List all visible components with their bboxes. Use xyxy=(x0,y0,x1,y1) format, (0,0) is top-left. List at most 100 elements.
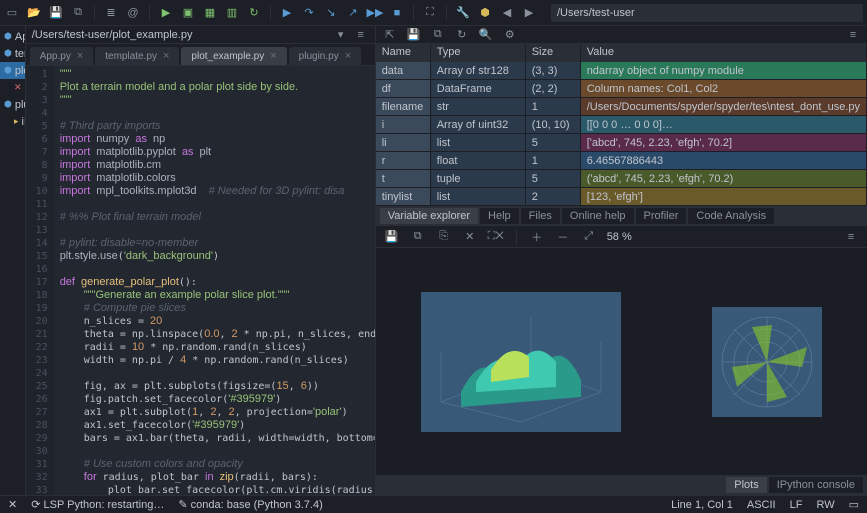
zoom-in-icon[interactable]: ＋ xyxy=(529,229,545,245)
tree-item[interactable]: ƒregister_plugin xyxy=(0,334,26,351)
continue-icon[interactable]: ▶▶ xyxy=(367,5,383,21)
wrench-icon[interactable]: 🔧 xyxy=(455,5,471,21)
tree-item[interactable]: ⬢plugin.py xyxy=(0,96,25,113)
variable-row[interactable]: i Array of uint32 (10, 10) [[0 0 0 … 0 0… xyxy=(376,116,867,134)
working-dir-input[interactable]: /Users/test-user xyxy=(551,4,863,22)
rerun-icon[interactable]: ↻ xyxy=(246,5,262,21)
editor-tab[interactable]: template.py× xyxy=(95,47,179,65)
tree-item[interactable]: #----- SpyderPlugi… xyxy=(0,215,26,232)
tree-item[interactable]: ƒrefresh_plugin xyxy=(0,300,26,317)
tree-item[interactable]: ✕__init__ xyxy=(0,130,26,147)
at-icon[interactable]: @ xyxy=(125,5,141,21)
tree-item[interactable]: ƒtoggle_view xyxy=(0,198,26,215)
variable-row[interactable]: data Array of str128 (3, 3) ndarray obje… xyxy=(376,62,867,80)
back-icon[interactable]: ◀ xyxy=(499,5,515,21)
editor-menu-icon[interactable]: ≡ xyxy=(353,27,369,43)
main-area: ⬢App.py⬢template.py⬢plot_example.py✕Plot… xyxy=(0,26,867,495)
filter-icon[interactable]: ⚙ xyxy=(502,27,518,43)
pane-tab[interactable]: Online help xyxy=(562,208,634,224)
tree-item[interactable]: ⬢App.py xyxy=(0,28,25,45)
save-all-icon[interactable]: ⧉ xyxy=(70,5,86,21)
variable-row[interactable]: t tuple 5 ('abcd', 745, 2.23, 'efgh', 70… xyxy=(376,170,867,188)
cursor-pos: Line 1, Col 1 xyxy=(671,499,733,511)
pane-tab[interactable]: Profiler xyxy=(636,208,687,224)
tree-item[interactable]: ✕Plot final terrain model xyxy=(0,79,25,96)
import-icon[interactable]: ⇱ xyxy=(382,27,398,43)
pane-tab[interactable]: Variable explorer xyxy=(380,208,478,224)
variable-table[interactable]: data Array of str128 (3, 3) ndarray obje… xyxy=(376,62,867,206)
step-over-icon[interactable]: ↷ xyxy=(301,5,317,21)
zoom-level: 58 % xyxy=(607,231,632,243)
run-selection-icon[interactable]: ▥ xyxy=(224,5,240,21)
maximize-icon[interactable]: ⛶ xyxy=(422,5,438,21)
close-all-plots-icon[interactable]: ⛶✕ xyxy=(488,229,504,245)
editor-breadcrumb: /Users/test-user/plot_example.py ▾ ≡ xyxy=(26,26,375,44)
debug-icon[interactable]: ▶ xyxy=(279,5,295,21)
run-cell-advance-icon[interactable]: ▦ xyxy=(202,5,218,21)
variable-row[interactable]: li list 5 ['abcd', 745, 2.23, 'efgh', 70… xyxy=(376,134,867,152)
run-cell-icon[interactable]: ▣ xyxy=(180,5,196,21)
tree-item[interactable]: ƒdebug_cell xyxy=(0,470,26,487)
close-plot-icon[interactable]: ✕ xyxy=(462,229,478,245)
search-var-icon[interactable]: 🔍 xyxy=(478,27,494,43)
copy-plot-icon[interactable]: ⎘ xyxy=(436,229,452,245)
python-path-icon[interactable]: ⬢ xyxy=(477,5,493,21)
tree-item[interactable]: ƒget_focus_widget xyxy=(0,266,26,283)
tree-item[interactable]: ƒget_plugin_actions xyxy=(0,317,26,334)
var-options-icon[interactable]: ≡ xyxy=(845,27,861,43)
bottom-tab[interactable]: Plots xyxy=(726,477,766,493)
editor-tab[interactable]: App.py× xyxy=(30,47,94,65)
tree-item[interactable]: ƒget_plugin_title xyxy=(0,232,26,249)
save-data-icon[interactable]: 💾 xyxy=(406,27,422,43)
pane-tab[interactable]: Code Analysis xyxy=(688,208,774,224)
tree-item[interactable]: ƒclosing_plugin xyxy=(0,283,26,300)
tree-item[interactable]: ƒget_focus_client xyxy=(0,385,26,402)
tree-item[interactable]: ƒget_current_client xyxy=(0,402,26,419)
tree-item[interactable]: #----- Public API (f… xyxy=(0,351,26,368)
plot-canvas xyxy=(376,248,867,475)
forward-icon[interactable]: ▶ xyxy=(521,5,537,21)
pane-tab[interactable]: Help xyxy=(480,208,519,224)
plot-options-icon[interactable]: ≡ xyxy=(843,229,859,245)
tree-item[interactable]: ƒset_current_client_… xyxy=(0,487,26,495)
tree-item[interactable]: ⬢plot_example.py xyxy=(0,62,25,79)
refresh-icon[interactable]: ↻ xyxy=(454,27,470,43)
tree-item[interactable]: ƒupdate_font xyxy=(0,164,26,181)
stop-debug-icon[interactable]: ■ xyxy=(389,5,405,21)
variable-row[interactable]: filename str 1 /Users/Documents/spyder/s… xyxy=(376,98,867,116)
editor-tab[interactable]: plot_example.py× xyxy=(181,47,286,65)
tree-item[interactable]: ƒrun_script xyxy=(0,436,26,453)
bottom-tab[interactable]: IPython console xyxy=(769,477,863,493)
encoding[interactable]: ASCII xyxy=(747,499,776,511)
editor-tab[interactable]: plugin.py× xyxy=(289,47,361,65)
tree-item[interactable]: ⬢template.py xyxy=(0,45,25,62)
save-all-plots-icon[interactable]: ⧉ xyxy=(410,229,426,245)
save-icon[interactable]: 💾 xyxy=(48,5,64,21)
browse-tabs-icon[interactable]: ▾ xyxy=(333,27,349,43)
tree-item[interactable]: #----- SpyderPlugi… xyxy=(0,147,26,164)
step-out-icon[interactable]: ↗ xyxy=(345,5,361,21)
tree-item[interactable]: ƒget_plugin_icon xyxy=(0,249,26,266)
tree-item[interactable]: ƒget_clients xyxy=(0,368,26,385)
conda-env[interactable]: ✎ conda: base (Python 3.7.4) xyxy=(178,498,322,511)
tree-item[interactable]: ▸iPythonConsole xyxy=(0,113,25,130)
eol[interactable]: LF xyxy=(790,499,803,511)
zoom-fit-icon[interactable]: ⤢ xyxy=(581,229,597,245)
list-icon[interactable]: ≣ xyxy=(103,5,119,21)
tree-item[interactable]: ƒapply_plugin_settin… xyxy=(0,181,26,198)
variable-row[interactable]: df DataFrame (2, 2) Column names: Col1, … xyxy=(376,80,867,98)
tree-item[interactable]: ƒget_current_shellwi… xyxy=(0,419,26,436)
code-editor[interactable]: 1234567891011121314151617181920212223242… xyxy=(26,66,375,495)
new-file-icon[interactable]: ▭ xyxy=(4,5,20,21)
run-icon[interactable]: ▶ xyxy=(158,5,174,21)
open-folder-icon[interactable]: 📂 xyxy=(26,5,42,21)
step-in-icon[interactable]: ↘ xyxy=(323,5,339,21)
save-plot-icon[interactable]: 💾 xyxy=(384,229,400,245)
zoom-out-icon[interactable]: － xyxy=(555,229,571,245)
main-toolbar: ▭ 📂 💾 ⧉ ≣ @ ▶ ▣ ▦ ▥ ↻ ▶ ↷ ↘ ↗ ▶▶ ■ ⛶ 🔧 ⬢… xyxy=(0,0,867,26)
tree-item[interactable]: ƒrun_cell xyxy=(0,453,26,470)
pane-tab[interactable]: Files xyxy=(521,208,560,224)
variable-row[interactable]: r float 1 6.46567886443 xyxy=(376,152,867,170)
save-as-icon[interactable]: ⧉ xyxy=(430,27,446,43)
variable-row[interactable]: tinylist list 2 [123, 'efgh'] xyxy=(376,188,867,206)
